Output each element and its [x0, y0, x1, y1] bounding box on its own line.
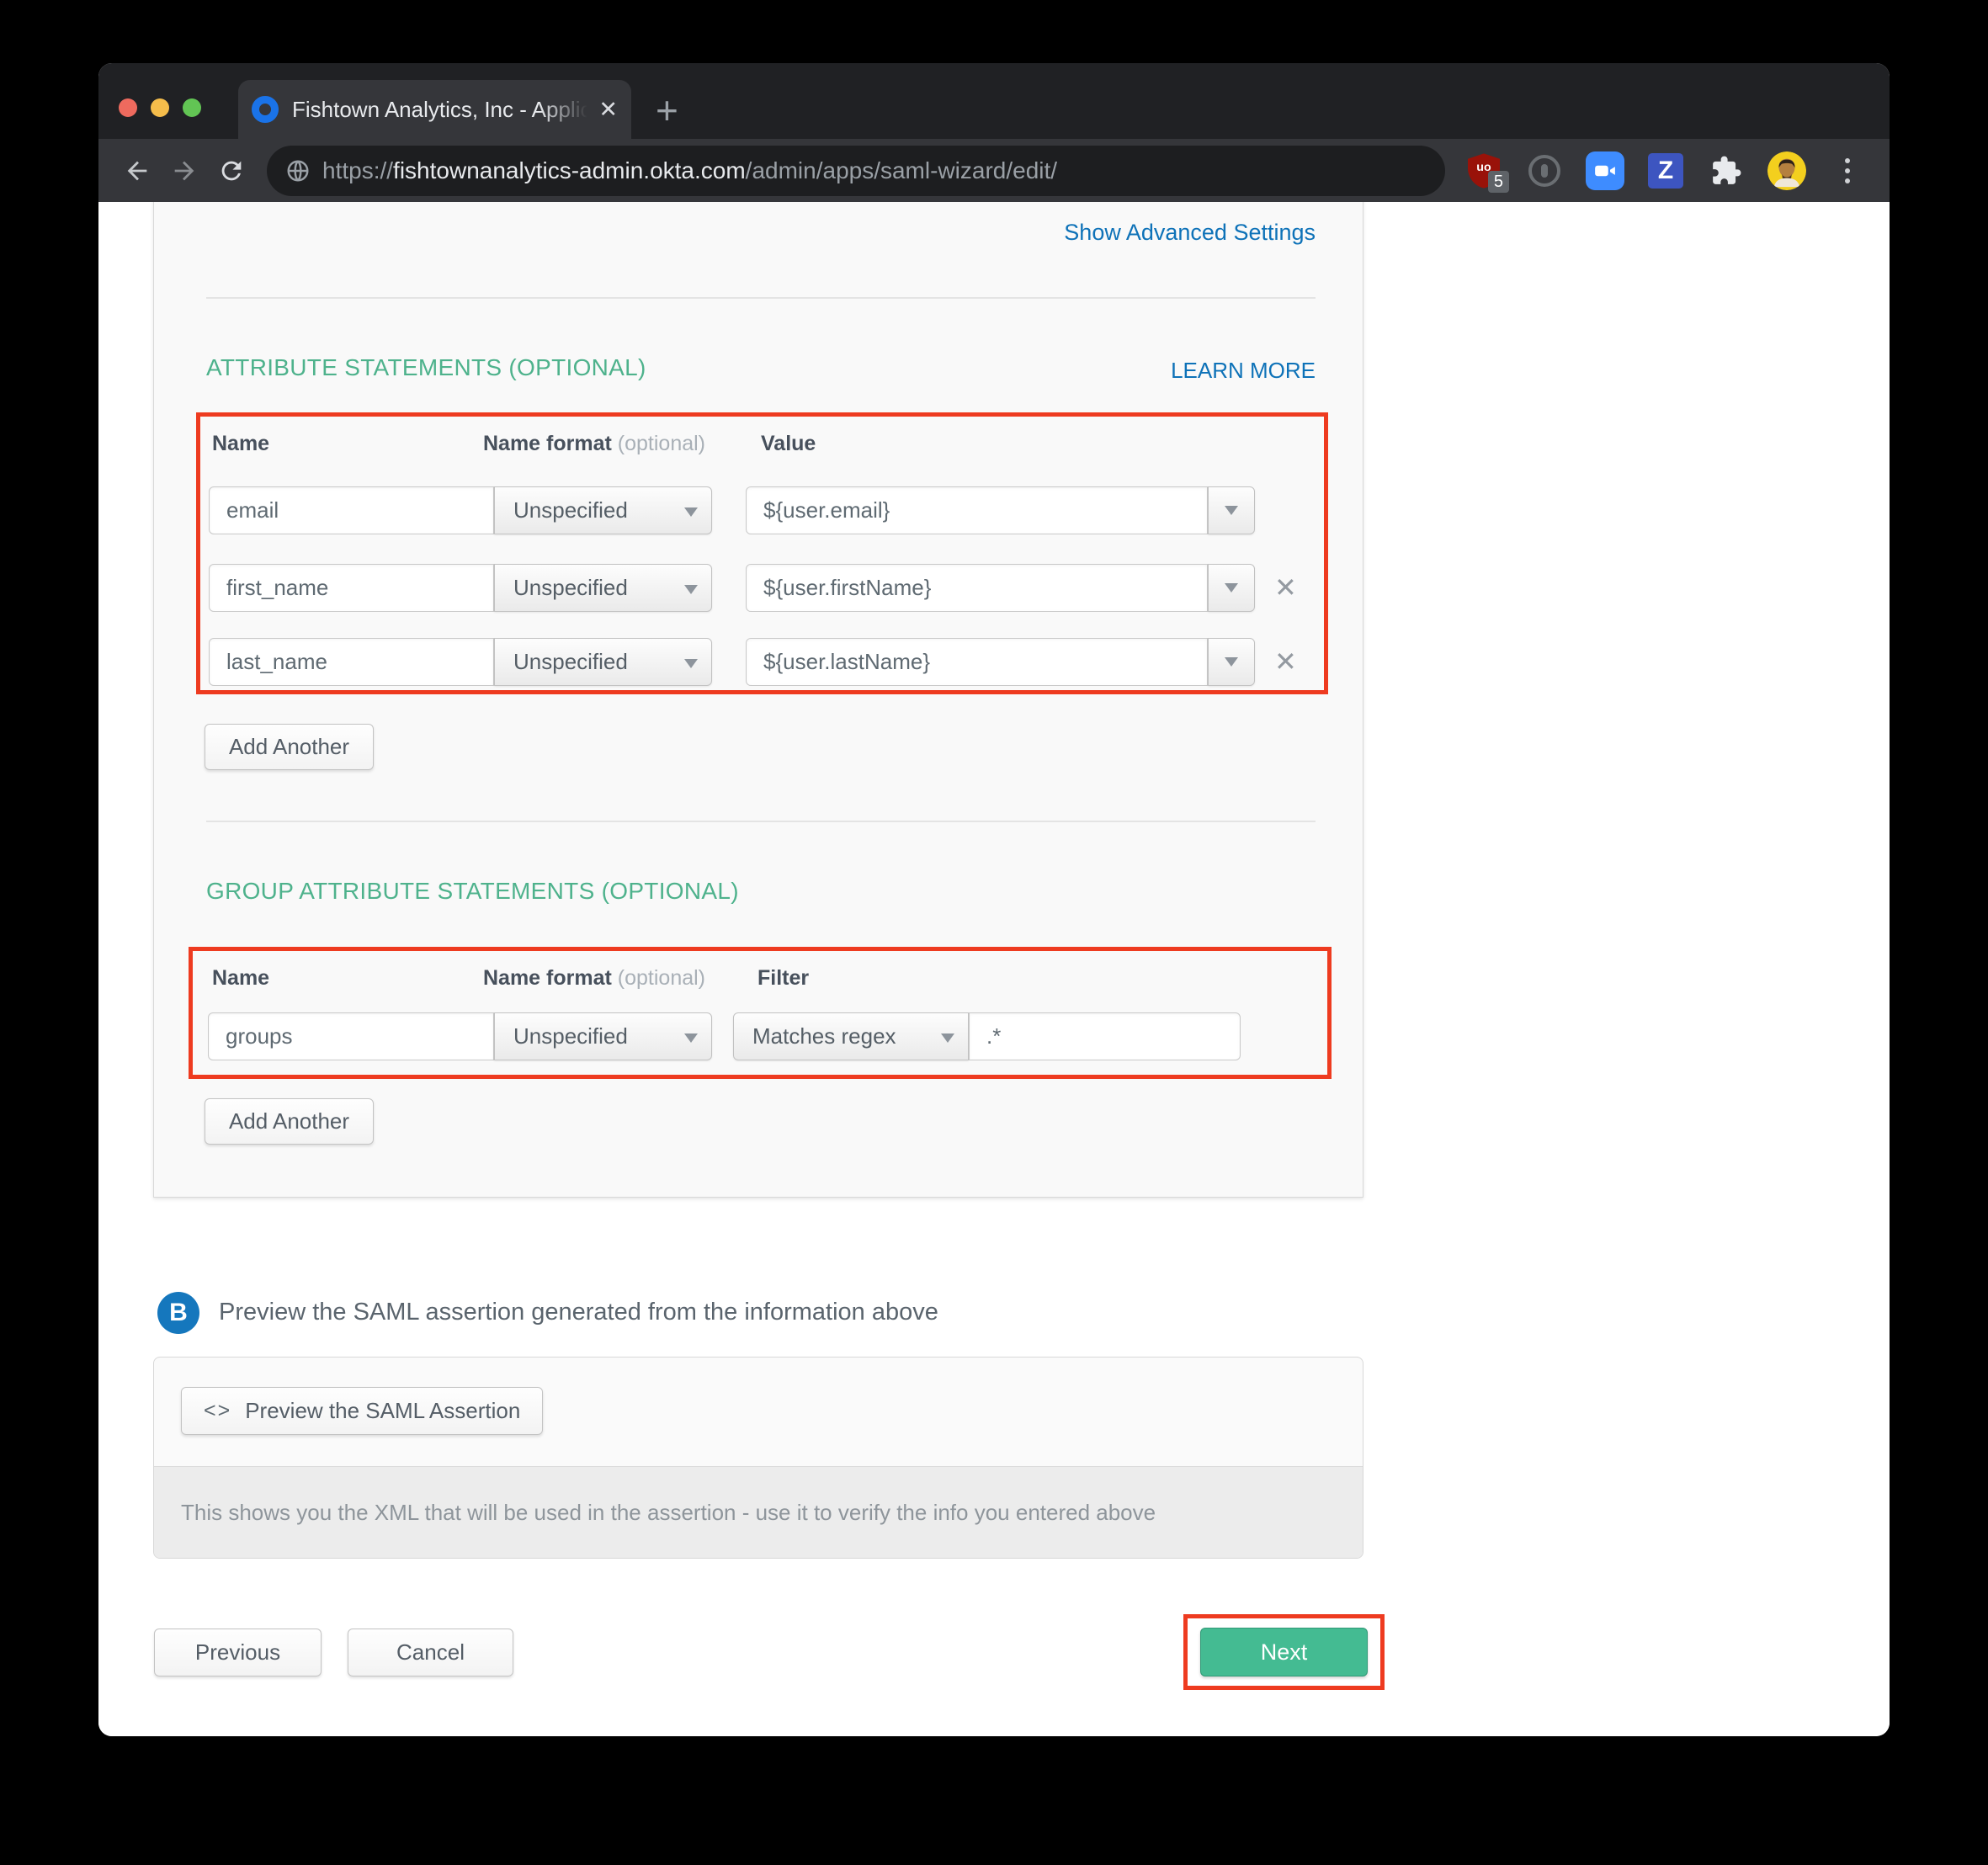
value-dropdown-button[interactable]	[1208, 638, 1255, 686]
preview-saml-assertion-button[interactable]: <> Preview the SAML Assertion	[181, 1387, 543, 1435]
extensions-menu-button[interactable]	[1706, 151, 1746, 191]
chevron-down-icon	[684, 659, 698, 668]
browser-tab[interactable]: Fishtown Analytics, Inc - Applic ✕	[238, 80, 631, 139]
globe-icon	[285, 158, 311, 183]
code-icon: <>	[204, 1399, 231, 1423]
back-arrow-icon	[123, 157, 151, 185]
chevron-down-icon	[1225, 657, 1238, 667]
url-path: /admin/apps/saml-wizard/edit/	[746, 157, 1057, 183]
delete-row-button[interactable]: ✕	[1274, 648, 1297, 675]
show-advanced-settings-link[interactable]: Show Advanced Settings	[1064, 220, 1316, 246]
ublock-badge: 5	[1488, 171, 1509, 193]
attribute-statements-highlight-box: Name Name format (optional) Value Unspec…	[196, 412, 1328, 694]
reload-button[interactable]	[208, 147, 255, 194]
browser-menu-button[interactable]	[1827, 151, 1868, 191]
value-dropdown-button[interactable]	[1208, 486, 1255, 534]
forward-arrow-icon	[170, 157, 199, 185]
attr-value-input[interactable]	[746, 564, 1208, 612]
tab-close-icon[interactable]: ✕	[598, 97, 618, 123]
column-header-filter: Filter	[757, 966, 809, 991]
zoom-extension-button[interactable]	[1585, 151, 1625, 191]
cancel-button[interactable]: Cancel	[348, 1629, 513, 1676]
profile-avatar-button[interactable]	[1767, 151, 1807, 191]
add-another-button[interactable]: Add Another	[205, 1098, 374, 1145]
browser-window: Fishtown Analytics, Inc - Applic ✕ + htt…	[98, 63, 1890, 1736]
traffic-light-minimize[interactable]	[151, 98, 169, 117]
chevron-down-icon	[1225, 583, 1238, 592]
column-header-name-format: Name format (optional)	[483, 432, 705, 456]
okta-favicon-icon	[252, 96, 279, 123]
back-button[interactable]	[114, 147, 161, 194]
attribute-row-last-name: Unspecified ✕	[209, 638, 1303, 686]
onepassword-extension-button[interactable]	[1524, 151, 1565, 191]
name-format-select[interactable]: Unspecified	[494, 486, 712, 534]
group-attribute-statements-title: GROUP ATTRIBUTE STATEMENTS (OPTIONAL)	[206, 878, 739, 905]
divider	[206, 297, 1316, 299]
attr-value-input[interactable]	[746, 486, 1208, 534]
preview-assertion-panel: <> Preview the SAML Assertion This shows…	[153, 1357, 1363, 1559]
group-attribute-statements-highlight-box: Name Name format (optional) Filter Unspe…	[189, 947, 1332, 1079]
attribute-statements-title: ATTRIBUTE STATEMENTS (OPTIONAL)	[206, 354, 646, 381]
next-button[interactable]: Next	[1200, 1628, 1368, 1676]
url-scheme: https://	[322, 157, 393, 183]
group-attribute-row: Unspecified Matches regex	[208, 1012, 1243, 1060]
preview-hint: This shows you the XML that will be used…	[154, 1466, 1363, 1559]
column-header-value: Value	[761, 432, 816, 456]
page-content: Show Advanced Settings ATTRIBUTE STATEME…	[98, 202, 1890, 1736]
column-header-name: Name	[212, 966, 269, 991]
chevron-down-icon	[684, 1033, 698, 1043]
learn-more-link[interactable]: LEARN MORE	[1171, 358, 1316, 384]
chevron-down-icon	[1225, 506, 1238, 515]
filter-value-input[interactable]	[969, 1012, 1241, 1060]
puzzle-icon	[1710, 155, 1742, 187]
name-format-select[interactable]: Unspecified	[494, 564, 712, 612]
traffic-light-close[interactable]	[119, 98, 137, 117]
chevron-down-icon	[684, 585, 698, 594]
window-controls	[119, 98, 201, 117]
attribute-row-email: Unspecified	[209, 486, 1303, 534]
address-bar[interactable]: https://fishtownanalytics-admin.okta.com…	[267, 146, 1445, 196]
attr-name-input[interactable]	[209, 486, 494, 534]
attribute-row-first-name: Unspecified ✕	[209, 564, 1303, 612]
name-format-select[interactable]: Unspecified	[494, 638, 712, 686]
ublock-extension-button[interactable]: uo 5	[1464, 151, 1504, 191]
filter-type-select[interactable]: Matches regex	[733, 1012, 969, 1060]
step-b-badge: B	[157, 1292, 199, 1334]
column-header-name-format: Name format (optional)	[483, 966, 705, 991]
previous-button[interactable]: Previous	[154, 1629, 322, 1676]
forward-button[interactable]	[161, 147, 208, 194]
z-app-extension-button[interactable]: Z	[1645, 151, 1686, 191]
attr-name-input[interactable]	[209, 564, 494, 612]
z-app-icon: Z	[1648, 153, 1683, 189]
extension-icons: uo 5 Z	[1457, 151, 1874, 191]
attr-value-input[interactable]	[746, 638, 1208, 686]
name-format-select[interactable]: Unspecified	[494, 1012, 712, 1060]
video-camera-icon	[1586, 151, 1624, 190]
delete-row-button[interactable]: ✕	[1274, 574, 1297, 601]
column-header-name: Name	[212, 432, 269, 456]
tab-strip: Fishtown Analytics, Inc - Applic ✕ +	[98, 63, 1890, 139]
browser-toolbar: https://fishtownanalytics-admin.okta.com…	[98, 139, 1890, 202]
divider	[206, 821, 1316, 822]
next-button-highlight-box: Next	[1183, 1614, 1385, 1690]
onepassword-icon	[1528, 155, 1560, 187]
saml-settings-panel: Show Advanced Settings ATTRIBUTE STATEME…	[153, 202, 1363, 1198]
add-another-button[interactable]: Add Another	[205, 724, 374, 770]
url-host: fishtownanalytics-admin.okta.com	[393, 157, 746, 183]
chevron-down-icon	[941, 1033, 954, 1043]
url-text: https://fishtownanalytics-admin.okta.com…	[322, 157, 1057, 184]
tab-title: Fishtown Analytics, Inc - Applic	[292, 97, 593, 123]
attr-name-input[interactable]	[209, 638, 494, 686]
new-tab-button[interactable]: +	[656, 92, 678, 129]
kebab-menu-icon	[1845, 158, 1850, 183]
traffic-light-zoom[interactable]	[183, 98, 201, 117]
reload-icon	[217, 157, 246, 185]
group-name-input[interactable]	[208, 1012, 494, 1060]
step-b-text: Preview the SAML assertion generated fro…	[219, 1299, 938, 1326]
avatar	[1767, 151, 1806, 190]
value-dropdown-button[interactable]	[1208, 564, 1255, 612]
chevron-down-icon	[684, 507, 698, 517]
